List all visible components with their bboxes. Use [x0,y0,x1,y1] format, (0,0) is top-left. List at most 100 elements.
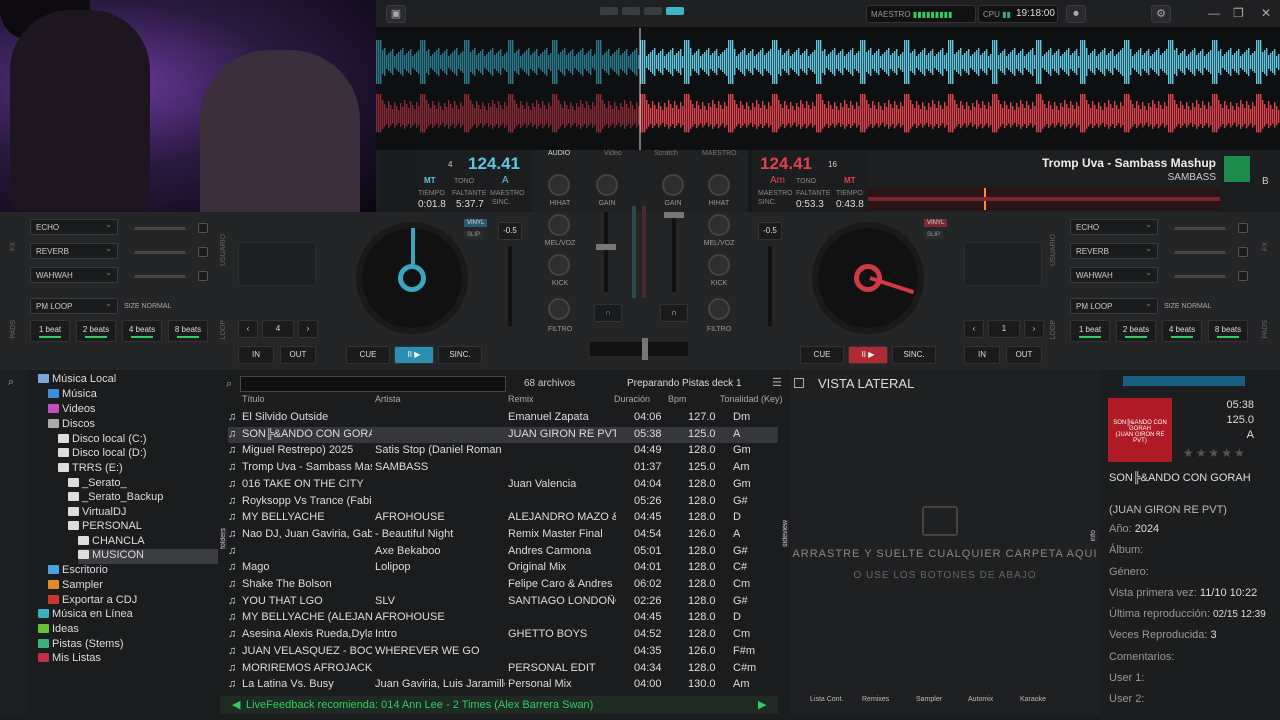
eq-mel-right[interactable] [708,214,730,236]
tree-item[interactable]: _Serato_ [68,477,127,492]
layout-button-2[interactable] [622,7,640,15]
fx-select-right-2[interactable]: REVERB [1070,243,1158,259]
gain-right[interactable] [662,174,684,196]
track-row[interactable]: ♫ Mago Lolipop Original Mix 04:01 128.0 C# [228,560,778,576]
tree-item[interactable]: CHANCLA [78,535,145,550]
tree-item[interactable]: _Serato_Backup [68,491,163,506]
tree-item[interactable]: Mis Listas [38,652,101,667]
tree-item[interactable]: Música [48,388,97,403]
headphone-right-icon[interactable]: ∩ [660,304,688,322]
user-pads-right[interactable] [964,242,1042,286]
fx-slider-right-3[interactable] [1174,275,1226,278]
tree-item[interactable]: Pistas (Stems) [38,638,124,653]
loop-4-beats-right[interactable]: 4 beats [1162,320,1202,342]
gear-icon[interactable]: ⚙ [1151,5,1171,23]
tree-item[interactable]: TRRS (E:) [58,462,123,477]
loop-in-button-right[interactable]: IN [964,346,1000,364]
crossfader[interactable] [590,338,688,360]
tree-item[interactable]: Discos [48,418,95,433]
fx-slider-2[interactable] [134,251,186,254]
track-row[interactable]: ♫MY BELLYACHEAFROHOUSEALEJANDRO MAZO & J… [228,510,778,526]
loop-out-button[interactable]: OUT [280,346,316,364]
minimize-icon[interactable]: — [1208,6,1220,20]
track-row[interactable]: ♫ La Latina Vs. Busy Juan Gaviria, Luis Ja… [228,677,778,693]
fx-settings-icon[interactable] [198,223,208,233]
eq-hihat-right[interactable] [708,174,730,196]
fx-settings-icon[interactable] [1238,223,1248,233]
deck-left-play[interactable]: II ▶ [394,346,434,364]
eq-kick-left[interactable] [548,254,570,276]
track-row[interactable]: ♫ Miguel Restrepo) 2025 Satis Stop (Daniel… [228,443,778,459]
tree-item[interactable]: Exportar a CDJ [48,594,137,609]
headphone-left-icon[interactable]: ∩ [594,304,622,322]
track-row[interactable]: ♫MY BELLYACHE (ALEJANDRO MA...AFROHOUSE0… [228,610,778,626]
menu-icon[interactable]: ☰ [772,376,782,389]
tree-item[interactable]: Sampler [48,579,103,594]
tab-karaoke[interactable]: Karaoke [1020,696,1046,703]
loop-double-button[interactable]: › [1024,320,1044,338]
tree-item[interactable]: MUSICON [78,549,218,564]
fx-settings-icon[interactable] [1238,247,1248,257]
track-row[interactable]: ♫Tromp Uva - Sambass MashupSAMBASS01:371… [228,460,778,476]
fx-select-2[interactable]: REVERB [30,243,118,259]
loop-2-beats-right[interactable]: 2 beats [1116,320,1156,342]
tab-master[interactable]: MAESTRO [702,150,737,157]
loop-half-button[interactable]: ‹ [964,320,984,338]
close-icon[interactable]: ✕ [1261,6,1271,20]
tree-item[interactable]: Disco local (C:) [58,433,147,448]
filter-left[interactable] [548,298,570,320]
tree-item[interactable]: Escritorio [48,564,108,579]
rating-stars[interactable]: ★★★★★ [1183,446,1247,460]
loop-half-button[interactable]: ‹ [238,320,258,338]
search-input[interactable] [240,376,506,392]
tree-item[interactable]: Música Local [38,373,116,388]
track-row[interactable]: ♫ Axe Bekaboo Andres Carmona 05:01 128.0 G# [228,544,778,560]
track-row[interactable]: ♫Shake The BolsonFelipe Caro & Andres Be… [228,577,778,593]
fx-slider-right-1[interactable] [1174,227,1226,230]
track-row[interactable]: ♫ MORIREMOS AFROJACK PERSONAL EDIT 04:34 128… [228,661,778,677]
layout-button-1[interactable] [600,7,618,15]
deck-left-cue[interactable]: CUE [346,346,390,364]
fx-slider-right-2[interactable] [1174,251,1226,254]
eq-mel-left[interactable] [548,214,570,236]
search-icon[interactable]: ⌕ [226,378,232,391]
tab-scratch[interactable]: Scratch [654,150,678,157]
loop-out-button-right[interactable]: OUT [1006,346,1042,364]
layout-icon[interactable]: ▣ [386,5,406,23]
loop-4-beats[interactable]: 4 beats [122,320,162,342]
gain-left[interactable] [596,174,618,196]
tree-item[interactable]: Ideas [38,623,79,638]
layout-button-3[interactable] [644,7,662,15]
track-row[interactable]: ♫ El Silvido Outside Emanuel Zapata 04:06 12… [228,410,778,426]
track-row[interactable]: ♫ SON╠&ANDO CON GORAH JUAN GIRON RE PVT 05:… [228,426,778,443]
deck-right-play[interactable]: II ▶ [848,346,888,364]
tab-audio[interactable]: AUDIO [548,150,570,157]
volume-fader-right[interactable] [664,212,684,292]
fx-slider-3[interactable] [134,275,186,278]
loop-double-button[interactable]: › [298,320,318,338]
fx-select-3[interactable]: WAHWAH [30,267,118,283]
loop-8-beats-right[interactable]: 8 beats [1208,320,1248,342]
fx-slider-1[interactable] [134,227,186,230]
deck-right-pitch-slider[interactable] [768,246,772,326]
search-icon[interactable]: ⌕ [8,376,14,389]
loop-2-beats[interactable]: 2 beats [76,320,116,342]
waveform-display[interactable] [376,28,1280,150]
fx-settings-icon[interactable] [198,271,208,281]
livefeedback-bar[interactable]: ◀ LiveFeedback recomienda: 014 Ann Lee -… [220,696,778,714]
tree-item[interactable]: Disco local (D:) [58,447,147,462]
fx-settings-icon[interactable] [1238,271,1248,281]
tab-video[interactable]: Video [604,150,622,157]
track-row[interactable]: ♫Asesina Alexis Rueda,Dylan OrlasIntroGH… [228,627,778,643]
deck-right-cue[interactable]: CUE [800,346,844,364]
filter-right[interactable] [708,298,730,320]
deck-right-jog[interactable] [812,222,924,334]
deck-left-pitch-slider[interactable] [508,246,512,326]
tree-item[interactable]: Música en Línea [38,608,133,623]
loop-1-beat-right[interactable]: 1 beat [1070,320,1110,342]
volume-fader-left[interactable] [596,212,616,292]
tree-item[interactable]: Videos [48,403,95,418]
eq-hihat-left[interactable] [548,174,570,196]
tab-lista[interactable]: Lista Cont. [810,696,843,703]
maximize-icon[interactable]: ❐ [1233,6,1244,20]
